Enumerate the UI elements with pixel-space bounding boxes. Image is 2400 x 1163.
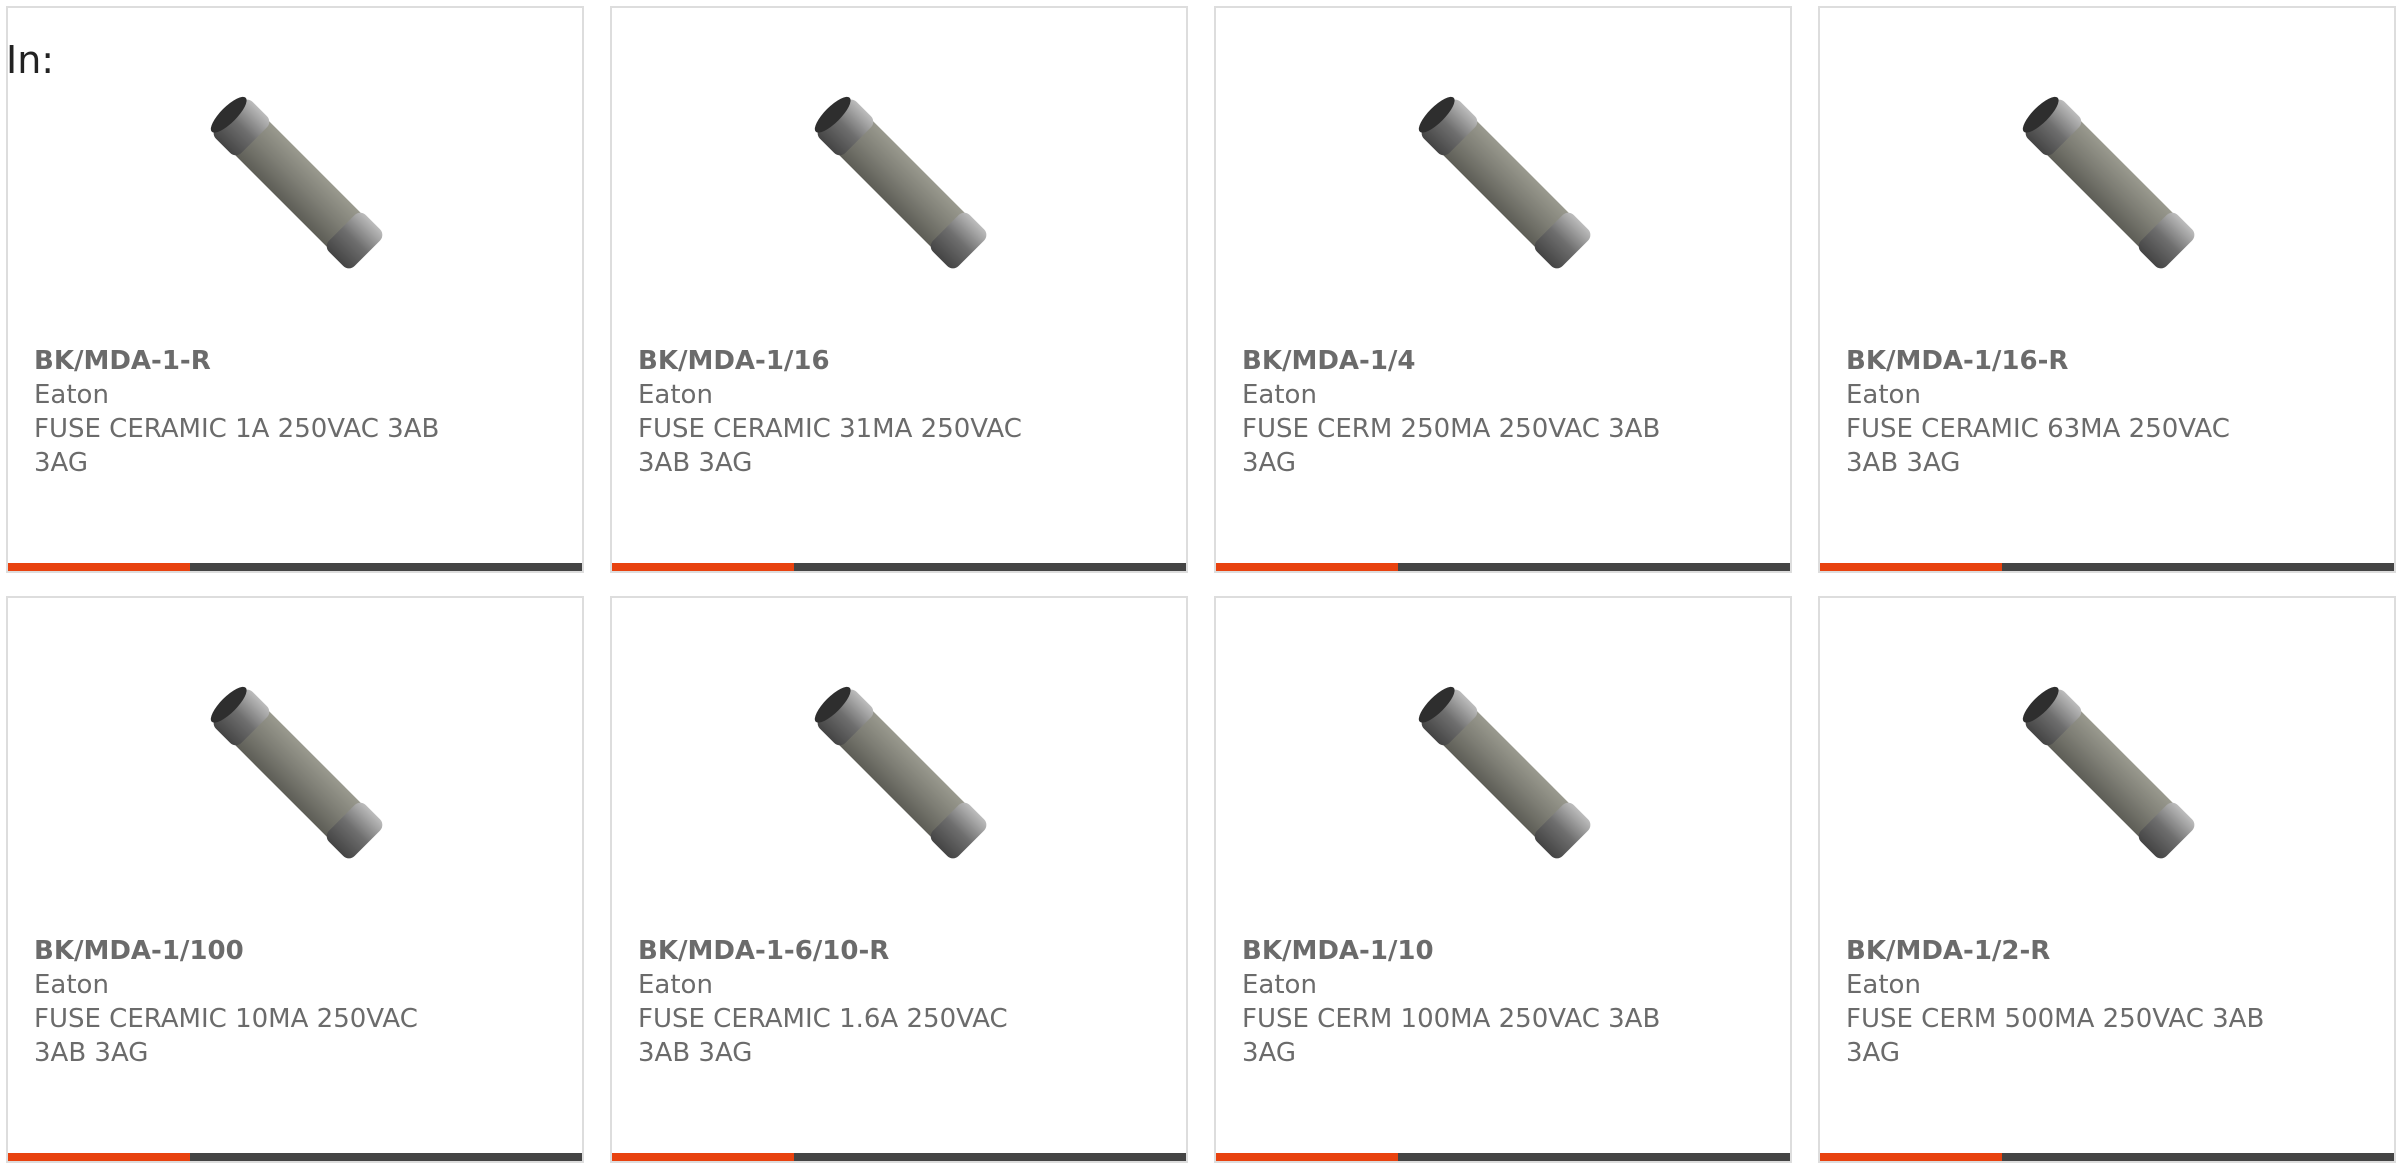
product-info: BK/MDA-1/4 Eaton FUSE CERM 250MA 250VAC … bbox=[1242, 344, 1672, 480]
card-bottom-bar bbox=[8, 563, 582, 571]
in-label: In: bbox=[6, 38, 55, 82]
product-info: BK/MDA-1-R Eaton FUSE CERAMIC 1A 250VAC … bbox=[34, 344, 464, 480]
part-number-link[interactable]: BK/MDA-1-R bbox=[34, 344, 464, 378]
manufacturer: Eaton bbox=[34, 970, 109, 1000]
product-card[interactable]: BK/MDA-1/100 Eaton FUSE CERAMIC 10MA 250… bbox=[6, 596, 584, 1163]
part-number-link[interactable]: BK/MDA-1/16-R bbox=[1846, 344, 2276, 378]
card-accent-bar bbox=[8, 563, 190, 571]
product-info: BK/MDA-1/10 Eaton FUSE CERM 100MA 250VAC… bbox=[1242, 934, 1672, 1070]
manufacturer: Eaton bbox=[638, 380, 713, 410]
product-info: BK/MDA-1/16 Eaton FUSE CERAMIC 31MA 250V… bbox=[638, 344, 1068, 480]
manufacturer: Eaton bbox=[1242, 380, 1317, 410]
ceramic-fuse-icon bbox=[1401, 669, 1611, 879]
card-accent-bar bbox=[612, 1153, 794, 1161]
manufacturer: Eaton bbox=[638, 970, 713, 1000]
ceramic-fuse-icon bbox=[193, 79, 403, 289]
manufacturer: Eaton bbox=[1242, 970, 1317, 1000]
product-card[interactable]: BK/MDA-1/10 Eaton FUSE CERM 100MA 250VAC… bbox=[1214, 596, 1792, 1163]
ceramic-fuse-icon bbox=[797, 79, 1007, 289]
ceramic-fuse-icon bbox=[2005, 79, 2215, 289]
part-number-link[interactable]: BK/MDA-1/16 bbox=[638, 344, 1068, 378]
card-bottom-bar bbox=[1216, 1153, 1790, 1161]
card-accent-bar bbox=[1820, 563, 2002, 571]
ceramic-fuse-icon bbox=[2005, 669, 2215, 879]
product-info: BK/MDA-1/100 Eaton FUSE CERAMIC 10MA 250… bbox=[34, 934, 464, 1070]
card-bottom-bar bbox=[1216, 563, 1790, 571]
product-card[interactable]: BK/MDA-1/16 Eaton FUSE CERAMIC 31MA 250V… bbox=[610, 6, 1188, 573]
part-number-link[interactable]: BK/MDA-1-6/10-R bbox=[638, 934, 1068, 968]
product-description: FUSE CERAMIC 1A 250VAC 3AB 3AG bbox=[34, 414, 440, 478]
card-bottom-bar bbox=[612, 1153, 1186, 1161]
ceramic-fuse-icon bbox=[1401, 79, 1611, 289]
product-info: BK/MDA-1/2-R Eaton FUSE CERM 500MA 250VA… bbox=[1846, 934, 2276, 1070]
ceramic-fuse-icon bbox=[797, 669, 1007, 879]
product-description: FUSE CERAMIC 63MA 250VAC 3AB 3AG bbox=[1846, 414, 2230, 478]
product-description: FUSE CERM 100MA 250VAC 3AB 3AG bbox=[1242, 1004, 1661, 1068]
product-description: FUSE CERM 250MA 250VAC 3AB 3AG bbox=[1242, 414, 1661, 478]
card-accent-bar bbox=[612, 563, 794, 571]
product-card[interactable]: BK/MDA-1-R Eaton FUSE CERAMIC 1A 250VAC … bbox=[6, 6, 584, 573]
ceramic-fuse-icon bbox=[193, 669, 403, 879]
card-accent-bar bbox=[1216, 563, 1398, 571]
product-card[interactable]: BK/MDA-1/2-R Eaton FUSE CERM 500MA 250VA… bbox=[1818, 596, 2396, 1163]
card-bottom-bar bbox=[1820, 1153, 2394, 1161]
product-description: FUSE CERAMIC 10MA 250VAC 3AB 3AG bbox=[34, 1004, 418, 1068]
manufacturer: Eaton bbox=[1846, 380, 1921, 410]
part-number-link[interactable]: BK/MDA-1/2-R bbox=[1846, 934, 2276, 968]
product-card[interactable]: BK/MDA-1/4 Eaton FUSE CERM 250MA 250VAC … bbox=[1214, 6, 1792, 573]
part-number-link[interactable]: BK/MDA-1/10 bbox=[1242, 934, 1672, 968]
product-description: FUSE CERAMIC 1.6A 250VAC 3AB 3AG bbox=[638, 1004, 1008, 1068]
manufacturer: Eaton bbox=[1846, 970, 1921, 1000]
card-accent-bar bbox=[1820, 1153, 2002, 1161]
product-grid: BK/MDA-1-R Eaton FUSE CERAMIC 1A 250VAC … bbox=[6, 6, 2400, 1163]
card-accent-bar bbox=[1216, 1153, 1398, 1161]
part-number-link[interactable]: BK/MDA-1/4 bbox=[1242, 344, 1672, 378]
card-bottom-bar bbox=[8, 1153, 582, 1161]
product-description: FUSE CERM 500MA 250VAC 3AB 3AG bbox=[1846, 1004, 2265, 1068]
product-card[interactable]: BK/MDA-1-6/10-R Eaton FUSE CERAMIC 1.6A … bbox=[610, 596, 1188, 1163]
product-card[interactable]: BK/MDA-1/16-R Eaton FUSE CERAMIC 63MA 25… bbox=[1818, 6, 2396, 573]
manufacturer: Eaton bbox=[34, 380, 109, 410]
card-accent-bar bbox=[8, 1153, 190, 1161]
product-info: BK/MDA-1-6/10-R Eaton FUSE CERAMIC 1.6A … bbox=[638, 934, 1068, 1070]
card-bottom-bar bbox=[612, 563, 1186, 571]
product-info: BK/MDA-1/16-R Eaton FUSE CERAMIC 63MA 25… bbox=[1846, 344, 2276, 480]
part-number-link[interactable]: BK/MDA-1/100 bbox=[34, 934, 464, 968]
card-bottom-bar bbox=[1820, 563, 2394, 571]
product-description: FUSE CERAMIC 31MA 250VAC 3AB 3AG bbox=[638, 414, 1022, 478]
